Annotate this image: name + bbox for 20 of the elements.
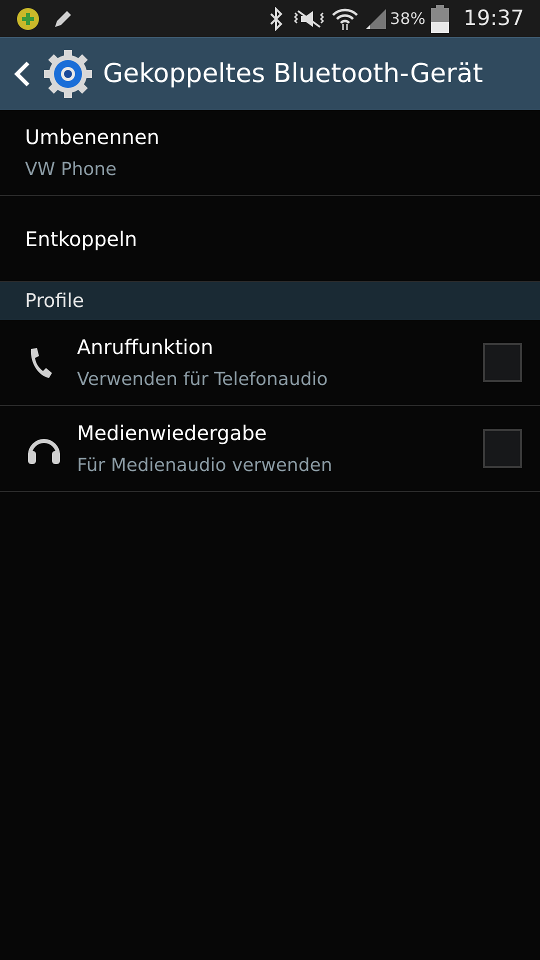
profile-title: Anruffunktion [77,334,214,361]
profile-subtitle: Für Medienaudio verwenden [77,454,334,478]
settings-item[interactable]: Umbenennen VW Phone [0,110,540,196]
gear-icon [43,49,93,99]
signal-icon [364,6,388,30]
checkbox[interactable] [483,343,522,382]
battery-icon [431,4,450,32]
item-title: Entkoppeln [25,226,138,252]
section-title: Profile [25,288,84,314]
profile-subtitle: Verwenden für Telefonaudio [77,368,329,392]
item-title: Umbenennen [25,124,160,151]
profile-title: Medienwiedergabe [77,420,268,447]
bluetooth-icon [268,6,284,30]
back-icon [13,60,31,88]
screen-title: Gekoppeltes Bluetooth-Gerät [103,58,483,90]
checkbox[interactable] [483,429,522,468]
item-subtitle: VW Phone [25,158,118,182]
app-icon [16,6,40,30]
battery-percentage: 38% [390,8,426,30]
clock: 19:37 [463,4,524,32]
